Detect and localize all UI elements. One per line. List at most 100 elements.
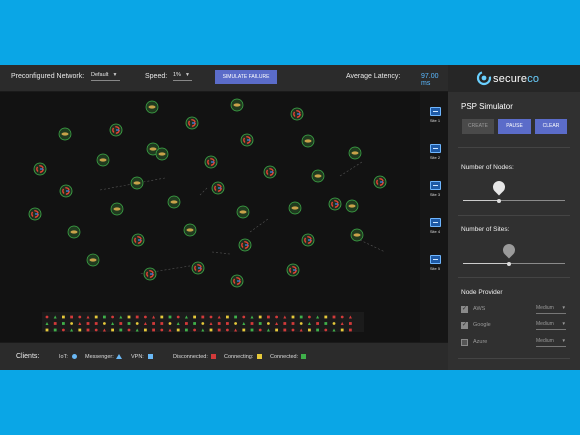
cloud-node-icon[interactable] bbox=[311, 169, 325, 183]
cloud-node-icon[interactable] bbox=[145, 100, 159, 114]
vpn-client-icon bbox=[185, 328, 188, 332]
google-g-icon[interactable] bbox=[263, 165, 277, 179]
chevron-down-icon: ▼ bbox=[561, 338, 566, 343]
google-g-icon[interactable] bbox=[143, 267, 157, 281]
provider-tier-select[interactable]: Medium ▼ bbox=[536, 305, 566, 314]
vpn-client-icon bbox=[94, 315, 98, 319]
cloud-node-icon[interactable] bbox=[110, 202, 124, 216]
server-icon bbox=[429, 218, 441, 227]
vpn-client-icon bbox=[316, 322, 319, 325]
vpn-client-icon bbox=[283, 322, 287, 325]
provider-checkbox[interactable] bbox=[461, 321, 468, 329]
network-link bbox=[249, 218, 269, 233]
vpn-client-icon bbox=[308, 328, 311, 332]
google-g-icon[interactable] bbox=[109, 123, 123, 137]
google-g-icon[interactable] bbox=[191, 261, 205, 275]
provider-name: Google bbox=[473, 322, 491, 328]
vpn-client-icon bbox=[226, 315, 229, 319]
site-2[interactable]: Site 2 bbox=[426, 144, 444, 168]
site-4[interactable]: Site 4 bbox=[426, 218, 444, 242]
provider-name: AWS bbox=[473, 306, 486, 312]
google-g-icon[interactable] bbox=[301, 233, 315, 247]
divider bbox=[458, 215, 570, 216]
cloud-node-icon[interactable] bbox=[236, 205, 250, 219]
site-1[interactable]: Site 1 bbox=[426, 107, 444, 131]
vpn-client-icon bbox=[103, 315, 106, 319]
iot-client-icon bbox=[267, 322, 270, 325]
google-g-icon[interactable] bbox=[211, 181, 225, 195]
cloud-node-icon[interactable] bbox=[67, 225, 81, 239]
cloud-node-icon[interactable] bbox=[288, 201, 302, 215]
vpn-client-icon bbox=[53, 328, 57, 332]
cloud-node-icon[interactable] bbox=[301, 134, 315, 148]
provider-tier-select[interactable]: Medium ▼ bbox=[536, 321, 566, 330]
server-icon bbox=[429, 255, 441, 264]
google-g-icon[interactable] bbox=[28, 207, 42, 221]
vpn-client-icon bbox=[267, 315, 270, 319]
google-g-icon[interactable] bbox=[230, 274, 244, 288]
vpn-client-icon bbox=[258, 315, 262, 319]
vpn-client-icon bbox=[144, 328, 147, 332]
speed-label: Speed: bbox=[145, 73, 168, 80]
iot-client-icon bbox=[94, 328, 98, 332]
pause-button[interactable]: PAUSE bbox=[498, 119, 531, 134]
vpn-client-icon bbox=[78, 328, 82, 332]
create-button[interactable]: CREATE bbox=[462, 119, 494, 134]
provider-checkbox[interactable] bbox=[461, 305, 468, 313]
clear-button[interactable]: CLEAR bbox=[535, 119, 567, 134]
slider-thumb[interactable] bbox=[506, 261, 511, 266]
speed-select-value: 1% bbox=[173, 72, 181, 78]
google-g-icon[interactable] bbox=[238, 238, 252, 252]
cloud-node-icon[interactable] bbox=[155, 147, 169, 161]
latency-value: 97.00 ms bbox=[421, 73, 439, 87]
speed-select[interactable]: 1% ▼ bbox=[173, 72, 192, 81]
secureco-logo-icon bbox=[476, 70, 492, 86]
iot-client-icon bbox=[201, 322, 205, 325]
server-icon bbox=[429, 181, 441, 190]
network-graph[interactable] bbox=[0, 92, 420, 342]
site-label: Site 1 bbox=[429, 118, 441, 123]
google-g-icon[interactable] bbox=[328, 197, 342, 211]
cloud-node-icon[interactable] bbox=[86, 253, 100, 267]
iot-client-icon bbox=[332, 322, 336, 325]
network-nodes[interactable] bbox=[28, 98, 387, 288]
provider-tier-value: Medium bbox=[536, 305, 554, 311]
cloud-node-icon[interactable] bbox=[345, 199, 359, 213]
cloud-node-icon[interactable] bbox=[348, 146, 362, 160]
cloud-node-icon[interactable] bbox=[130, 176, 144, 190]
site-label: Site 5 bbox=[429, 266, 441, 271]
google-g-icon[interactable] bbox=[33, 162, 47, 176]
google-g-icon[interactable] bbox=[204, 155, 218, 169]
site-label: Site 4 bbox=[429, 229, 441, 234]
google-g-icon[interactable] bbox=[290, 107, 304, 121]
iot-client-icon bbox=[45, 315, 49, 319]
sites-slider[interactable] bbox=[463, 241, 565, 266]
google-g-icon[interactable] bbox=[373, 175, 387, 189]
google-g-icon[interactable] bbox=[185, 116, 199, 130]
google-g-icon[interactable] bbox=[240, 133, 254, 147]
vpn-client-icon bbox=[349, 328, 352, 332]
vpn-client-icon bbox=[242, 328, 246, 332]
site-3[interactable]: Site 3 bbox=[426, 181, 444, 205]
vpn-client-icon bbox=[324, 322, 328, 325]
simulate-failure-button[interactable]: SIMULATE FAILURE bbox=[215, 70, 277, 84]
network-select[interactable]: Default ▼ bbox=[91, 72, 120, 81]
vpn-client-icon bbox=[111, 328, 114, 332]
vpn-client-icon bbox=[160, 315, 164, 319]
cloud-node-icon[interactable] bbox=[167, 195, 181, 209]
cloud-node-icon[interactable] bbox=[96, 153, 110, 167]
iot-client-icon bbox=[70, 322, 73, 325]
cloud-node-icon[interactable] bbox=[230, 98, 244, 112]
site-5[interactable]: Site 5 bbox=[426, 255, 444, 279]
provider-tier-select[interactable]: Medium ▼ bbox=[536, 338, 566, 347]
slider-thumb[interactable] bbox=[496, 198, 501, 203]
cloud-node-icon[interactable] bbox=[183, 223, 197, 237]
network-canvas[interactable] bbox=[0, 92, 420, 342]
cloud-node-icon[interactable] bbox=[58, 127, 72, 141]
google-g-icon[interactable] bbox=[131, 233, 145, 247]
google-g-icon[interactable] bbox=[286, 263, 300, 277]
google-g-icon[interactable] bbox=[59, 184, 73, 198]
cloud-node-icon[interactable] bbox=[350, 228, 364, 242]
provider-checkbox[interactable] bbox=[461, 339, 468, 346]
nodes-slider[interactable] bbox=[463, 178, 565, 203]
